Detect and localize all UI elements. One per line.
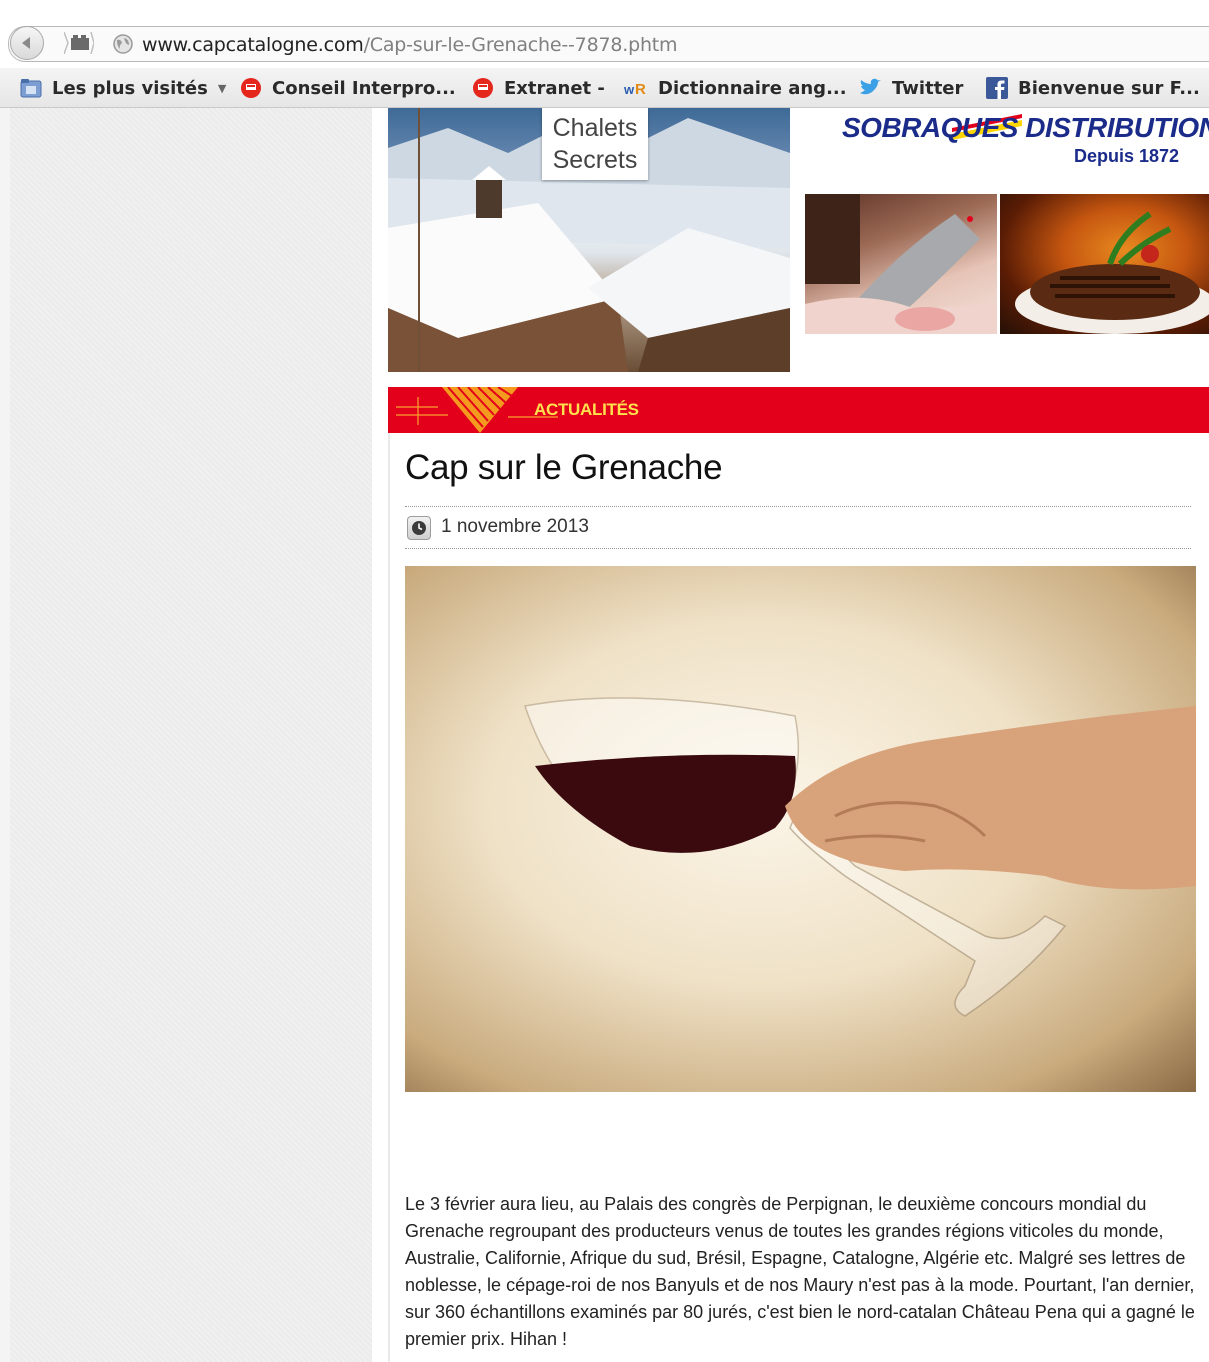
url-path: /Cap-sur-le-Grenache--7878.phtm	[363, 34, 678, 56]
back-button[interactable]	[10, 26, 44, 60]
bookmark-dictionnaire[interactable]: w R Dictionnaire ang...	[624, 76, 847, 100]
twitter-bird-icon	[860, 78, 881, 95]
article-body: Le 3 février aura lieu, au Palais des co…	[405, 1194, 1195, 1349]
divider-dotted	[405, 548, 1191, 549]
svg-text:R: R	[635, 81, 646, 98]
section-label[interactable]: ACTUALITÉS	[534, 400, 639, 420]
grilled-steak-image	[1015, 211, 1209, 334]
chalets-logo-line2: Secrets	[552, 146, 638, 174]
bookmark-most-visited[interactable]: Les plus visités ▼	[20, 76, 226, 100]
bookmark-extranet[interactable]: Extranet -	[472, 76, 605, 100]
sobraques-ad-title[interactable]: SOBRAQUES DISTRIBUTION	[842, 112, 1209, 144]
bookmark-twitter[interactable]: Twitter	[858, 76, 963, 100]
content-divider	[388, 433, 390, 1362]
wordreference-icon: w R	[624, 81, 646, 98]
site-identity-icon[interactable]	[64, 32, 94, 54]
article-hero-image	[405, 566, 1196, 1092]
back-arrow-icon	[22, 37, 30, 49]
folder-icon	[20, 79, 42, 98]
bookmark-facebook[interactable]: Bienvenue sur F...	[986, 76, 1200, 100]
bookmark-label: Extranet -	[504, 77, 605, 99]
bookmark-label: Twitter	[892, 77, 964, 99]
divider-dotted	[405, 506, 1191, 507]
chalets-secrets-ad[interactable]: Chalets Secrets	[388, 108, 790, 372]
browser-toolbar: www.capcatalogne.com/Cap-sur-le-Grenache…	[0, 0, 1209, 64]
civr-logo-icon	[473, 78, 493, 98]
steak-photo[interactable]	[1000, 194, 1209, 334]
wine-glass-hand-photo	[524, 697, 1196, 1017]
url-host: www.capcatalogne.com	[142, 34, 364, 56]
chalets-secrets-logo: Chalets Secrets	[542, 108, 648, 180]
sobraques-title-text: SOBRAQUES DISTRIBUTION	[842, 112, 1209, 143]
globe-icon	[113, 34, 133, 54]
bookmarks-toolbar: Les plus visités ▼ Conseil Interpro... E…	[0, 68, 1209, 108]
butcher-photo[interactable]	[805, 194, 997, 334]
url-text[interactable]: www.capcatalogne.com/Cap-sur-le-Grenache…	[142, 34, 678, 56]
clock-icon	[407, 516, 431, 540]
article-title: Cap sur le Grenache	[405, 448, 723, 487]
bookmark-label: Bienvenue sur F...	[1018, 77, 1200, 99]
bookmark-label: Les plus visités	[52, 77, 208, 99]
article-date: 1 novembre 2013	[441, 516, 589, 537]
bookmark-label: Dictionnaire ang...	[658, 77, 847, 99]
web-page: Chalets Secrets SOBRAQUES DISTRIBUTION D…	[0, 108, 1209, 1362]
civr-logo-icon	[241, 78, 261, 98]
facebook-icon	[986, 77, 1008, 99]
section-header-bar: ACTUALITÉS	[388, 387, 1209, 433]
sobraques-ad-subtitle: Depuis 1872	[1074, 146, 1180, 166]
bookmark-conseil-interpro[interactable]: Conseil Interpro...	[240, 76, 456, 100]
svg-text:w: w	[624, 82, 635, 97]
chalets-logo-line1: Chalets	[552, 114, 638, 142]
window-edge	[0, 108, 10, 1362]
clock-glyph	[412, 521, 426, 535]
left-background-panel	[10, 108, 372, 1362]
bookmark-label: Conseil Interpro...	[272, 77, 456, 99]
butcher-glove-image	[805, 194, 997, 334]
chevron-down-icon: ▼	[217, 81, 227, 95]
